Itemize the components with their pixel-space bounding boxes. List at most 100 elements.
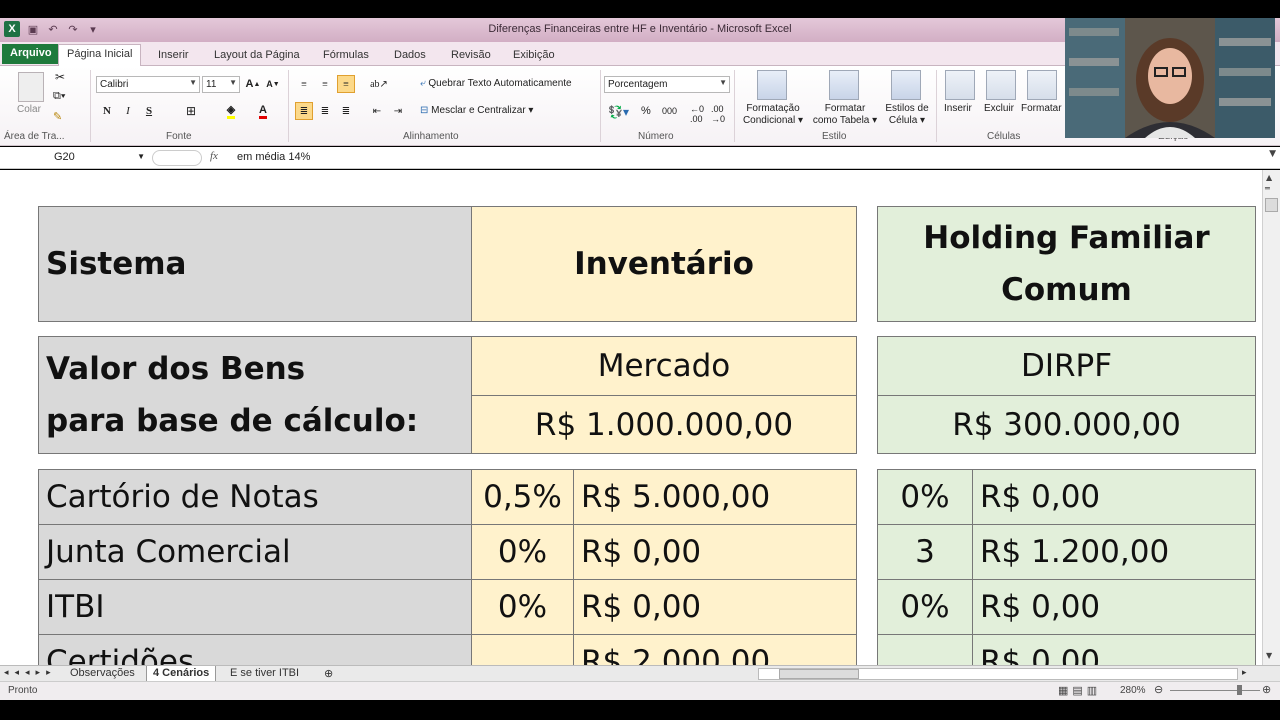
sheet-tab-observacoes[interactable]: Observações xyxy=(64,666,141,682)
orientation-icon[interactable]: ab↗ xyxy=(370,75,388,93)
borders-icon[interactable]: ⊞ xyxy=(182,102,200,120)
zoom-slider[interactable] xyxy=(1170,690,1260,691)
row-label[interactable]: Certidões xyxy=(38,634,472,665)
italic-button[interactable]: I xyxy=(119,102,137,120)
paste-icon[interactable] xyxy=(18,72,44,102)
delete-cells-button[interactable]: Excluir xyxy=(984,103,1014,114)
increase-decimal-icon[interactable]: ←0.00 xyxy=(690,104,704,124)
inv-value-cell[interactable]: R$ 2.000,00 xyxy=(573,634,857,665)
font-name-select[interactable]: Calibri ▼ xyxy=(96,76,200,93)
inv-value-cell[interactable]: R$ 0,00 xyxy=(573,524,857,580)
grow-font-icon[interactable]: A ▲ xyxy=(244,75,262,93)
shrink-font-icon[interactable]: A ▼ xyxy=(264,75,282,93)
align-bottom-icon[interactable]: ≡ xyxy=(337,75,355,93)
percent-style-button[interactable]: % xyxy=(641,105,651,117)
expand-formula-icon[interactable]: ▼ xyxy=(1269,149,1276,159)
inv-value-cell[interactable]: R$ 1.000.000,00 xyxy=(471,395,857,454)
header-sistema[interactable]: Sistema xyxy=(38,206,472,322)
align-middle-icon[interactable]: ≡ xyxy=(316,75,334,93)
cell-styles-button[interactable]: Estilos de Célula ▾ xyxy=(882,103,932,127)
scroll-thumb[interactable] xyxy=(1265,198,1278,212)
tab-data[interactable]: Dados xyxy=(386,46,434,66)
row-label[interactable]: Cartório de Notas xyxy=(38,469,472,525)
format-as-table-icon[interactable] xyxy=(829,70,859,100)
wrap-text-button[interactable]: ⤶ Quebrar Texto Automaticamente xyxy=(420,78,572,89)
format-cells-button[interactable]: Formatar xyxy=(1021,103,1062,114)
increase-indent-icon[interactable]: ⇥ xyxy=(389,102,407,120)
insert-cells-icon[interactable] xyxy=(945,70,975,100)
cut-icon[interactable]: ✂ xyxy=(55,70,65,84)
hold-value-cell[interactable]: R$ 0,00 xyxy=(972,634,1256,665)
decrease-decimal-icon[interactable]: .00 →0 xyxy=(711,104,725,124)
decrease-indent-icon[interactable]: ⇤ xyxy=(368,102,386,120)
font-color-icon[interactable]: A xyxy=(254,102,272,120)
align-center-icon[interactable]: ≣ xyxy=(316,102,334,120)
hold-rate-cell[interactable]: 3 xyxy=(877,524,973,580)
sheet-nav-icons[interactable]: ◂◂◂▸▸ xyxy=(4,667,57,678)
worksheet[interactable]: Sistema Inventário Holding Familiar Comu… xyxy=(0,170,1262,665)
hold-value-cell[interactable]: R$ 0,00 xyxy=(972,579,1256,635)
hold-rate-cell[interactable]: 0% xyxy=(877,469,973,525)
delete-cells-icon[interactable] xyxy=(986,70,1016,100)
header-holding[interactable]: Holding Familiar Comum xyxy=(877,206,1256,322)
conditional-format-icon[interactable] xyxy=(757,70,787,100)
inv-value-cell[interactable]: R$ 0,00 xyxy=(573,579,857,635)
new-sheet-icon[interactable]: ⊕ xyxy=(318,666,339,682)
zoom-out-icon[interactable]: ⊖ xyxy=(1154,683,1163,696)
header-inventario[interactable]: Inventário xyxy=(471,206,857,322)
comma-style-button[interactable]: 000 xyxy=(662,106,677,116)
zoom-in-icon[interactable]: ⊕ xyxy=(1262,683,1271,696)
view-buttons[interactable]: ▦▤▥ xyxy=(1058,684,1101,697)
format-painter-icon[interactable]: ✎ xyxy=(53,110,62,123)
chevron-down-icon[interactable]: ▼ xyxy=(137,152,145,161)
inv-rate-cell[interactable]: 0% xyxy=(471,524,574,580)
scroll-right-icon[interactable]: ▸ xyxy=(1242,667,1247,678)
hscroll-thumb[interactable] xyxy=(779,669,859,679)
copy-icon[interactable]: ⧉▾ xyxy=(53,90,65,103)
conditional-format-button[interactable]: Formatação Condicional ▾ xyxy=(740,103,806,127)
hold-value-cell[interactable]: R$ 0,00 xyxy=(972,469,1256,525)
currency-format-icon[interactable]: 💱▾ xyxy=(608,105,629,119)
align-top-icon[interactable]: ≡ xyxy=(295,75,313,93)
cell-styles-icon[interactable] xyxy=(891,70,921,100)
bold-button[interactable]: N xyxy=(98,102,116,120)
hold-rate-cell[interactable]: 0% xyxy=(877,579,973,635)
inv-rate-cell[interactable] xyxy=(471,634,574,665)
tab-insert[interactable]: Inserir xyxy=(150,46,197,66)
format-as-table-button[interactable]: Formatar como Tabela ▾ xyxy=(810,103,880,127)
split-handle-icon[interactable]: ═ xyxy=(1265,184,1270,193)
align-right-icon[interactable]: ≣ xyxy=(337,102,355,120)
hold-rate-cell[interactable] xyxy=(877,634,973,665)
row-label[interactable]: ITBI xyxy=(38,579,472,635)
tab-home[interactable]: Página Inicial xyxy=(58,44,142,67)
inv-rate-cell[interactable]: 0% xyxy=(471,579,574,635)
merge-center-button[interactable]: ⊟ Mesclar e Centralizar ▾ xyxy=(420,105,533,116)
underline-button[interactable]: S xyxy=(140,102,158,120)
tab-view[interactable]: Exibição xyxy=(505,46,563,66)
tab-file[interactable]: Arquivo xyxy=(2,44,60,64)
zoom-level[interactable]: 280% xyxy=(1120,685,1146,696)
insert-function-icon[interactable]: fx xyxy=(210,150,218,162)
tab-page-layout[interactable]: Layout da Página xyxy=(206,46,308,66)
name-box[interactable]: G20 ▼ xyxy=(2,149,147,167)
valor-label[interactable]: Valor dos Bens para base de cálculo: xyxy=(38,336,472,454)
insert-cells-button[interactable]: Inserir xyxy=(944,103,972,114)
row-label[interactable]: Junta Comercial xyxy=(38,524,472,580)
horizontal-scrollbar[interactable] xyxy=(758,668,1238,680)
format-cells-icon[interactable] xyxy=(1027,70,1057,100)
hold-basis-cell[interactable]: DIRPF xyxy=(877,336,1256,396)
font-size-select[interactable]: 11 ▼ xyxy=(202,76,240,93)
hold-value-cell[interactable]: R$ 1.200,00 xyxy=(972,524,1256,580)
sheet-tab-4-cenarios[interactable]: 4 Cenários xyxy=(146,666,217,682)
vertical-scrollbar[interactable]: ▲ ═ ▼ xyxy=(1262,170,1280,665)
formula-input[interactable]: em média 14% xyxy=(237,151,310,163)
scroll-up-icon[interactable]: ▲ xyxy=(1266,173,1272,182)
align-left-icon[interactable]: ≣ xyxy=(295,102,313,120)
inv-value-cell[interactable]: R$ 5.000,00 xyxy=(573,469,857,525)
tab-review[interactable]: Revisão xyxy=(443,46,499,66)
fill-color-icon[interactable]: ◈ xyxy=(222,102,240,120)
zoom-slider-handle[interactable] xyxy=(1237,685,1242,695)
sheet-tab-itbi[interactable]: E se tiver ITBI xyxy=(224,666,305,682)
number-format-select[interactable]: Porcentagem ▼ xyxy=(604,76,730,93)
hold-value-cell[interactable]: R$ 300.000,00 xyxy=(877,395,1256,454)
